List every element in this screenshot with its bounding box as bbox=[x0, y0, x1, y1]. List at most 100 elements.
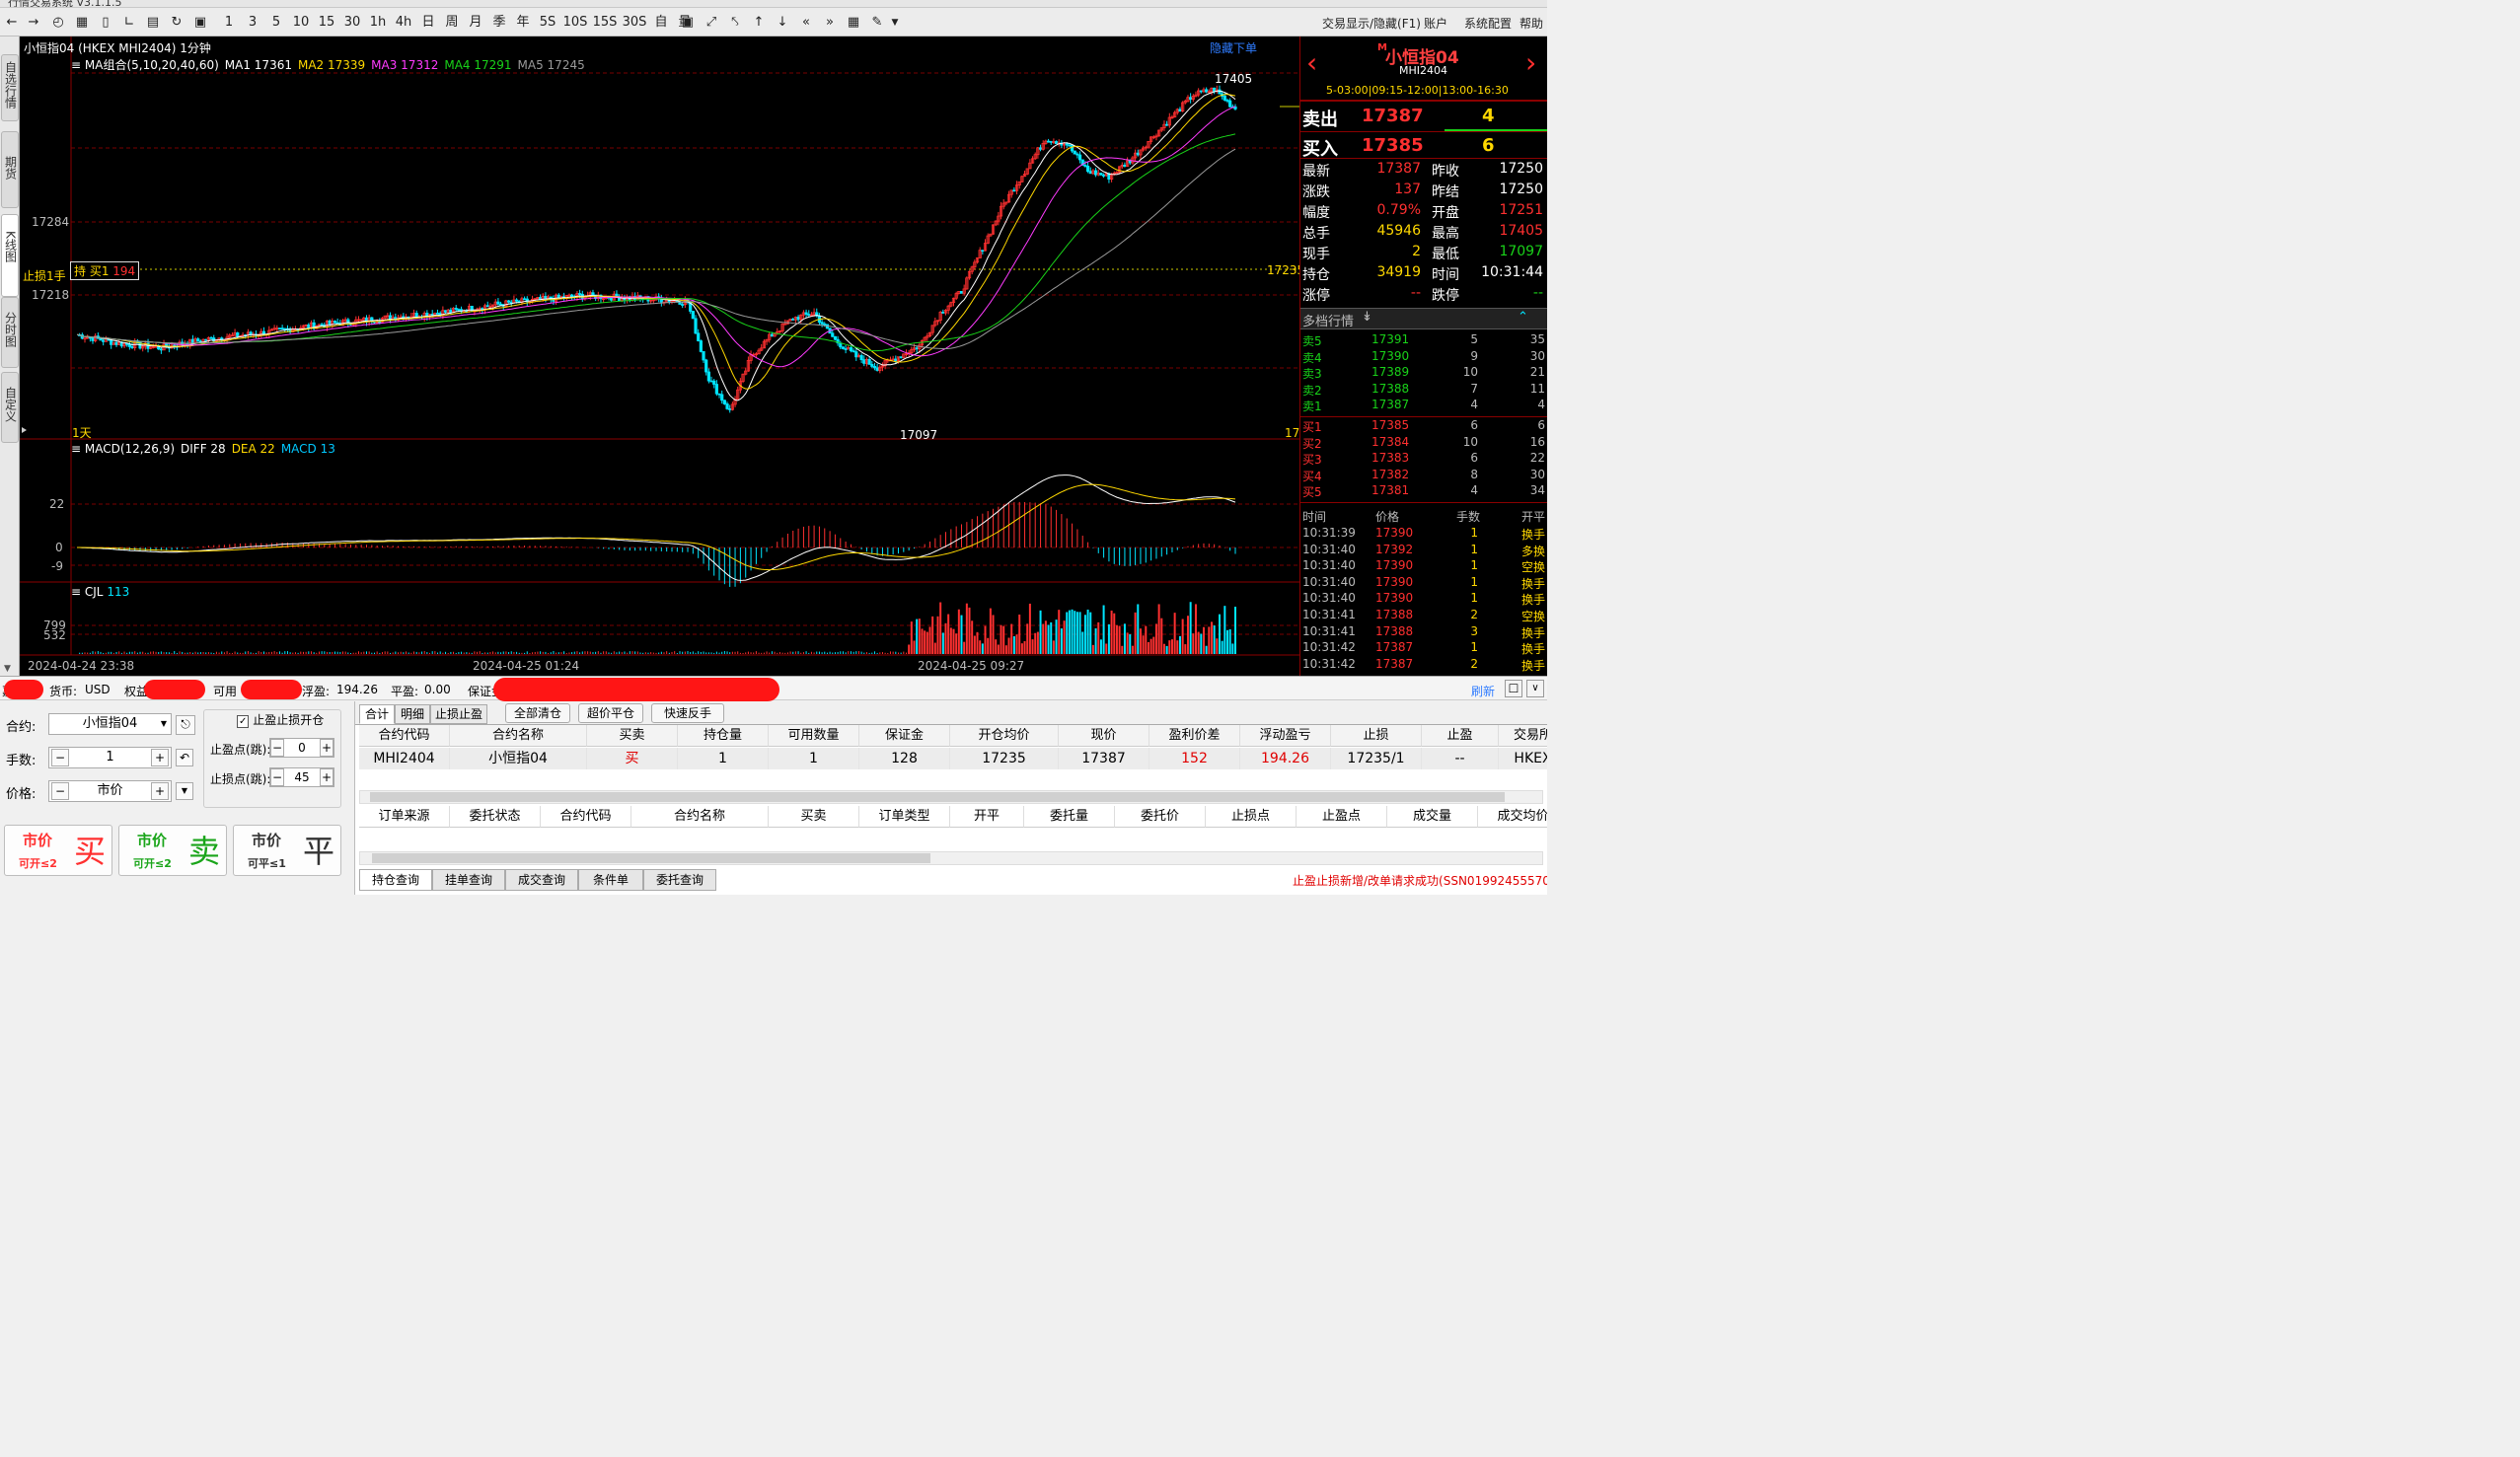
period-button-3[interactable]: 10 bbox=[290, 14, 312, 32]
position-cell[interactable]: 买 bbox=[587, 748, 678, 769]
bottom-tab-2[interactable]: 挂单查询 bbox=[432, 869, 505, 891]
refresh-button[interactable]: 刷新 bbox=[1471, 683, 1495, 699]
bid-level-1-cell[interactable]: 17385 bbox=[1371, 418, 1409, 432]
period-button-1[interactable]: 3 bbox=[243, 14, 262, 32]
candle-icon[interactable]: ▯ bbox=[97, 14, 114, 32]
line-icon[interactable]: ∟ bbox=[120, 14, 138, 32]
bid-price[interactable]: 17385 bbox=[1362, 135, 1424, 156]
position-cell[interactable]: 17387 bbox=[1059, 748, 1149, 769]
order-header-9[interactable]: 委托价 bbox=[1115, 806, 1206, 828]
market-close-button[interactable]: 市价 可平≤1 平 bbox=[233, 825, 341, 876]
tab-detail[interactable]: 明细 bbox=[395, 704, 430, 724]
scroll-thumb[interactable] bbox=[372, 853, 930, 863]
bottom-tab-1[interactable]: 持仓查询 bbox=[359, 869, 432, 891]
macd-menu-icon[interactable]: ≡ bbox=[71, 442, 85, 456]
ask-level-3-cell[interactable]: 17389 bbox=[1371, 365, 1409, 379]
period-button-6[interactable]: 1h bbox=[367, 14, 389, 32]
position-header-7[interactable]: 开仓均价 bbox=[950, 725, 1059, 747]
bottom-tab-5[interactable]: 委托查询 bbox=[643, 869, 716, 891]
bottom-tab-4[interactable]: 条件单 bbox=[578, 869, 643, 891]
position-tag[interactable]: 持 买1 194 bbox=[70, 261, 140, 280]
tab-watchlist[interactable]: 自选行情 bbox=[1, 54, 19, 121]
lock-contract-icon[interactable]: ⎋ bbox=[176, 715, 195, 735]
orders-scrollbar[interactable] bbox=[359, 851, 1543, 865]
market-sell-button[interactable]: 市价 可开≤2 卖 bbox=[118, 825, 227, 876]
prev-symbol-icon[interactable]: ‹ bbox=[1306, 48, 1317, 78]
save-icon[interactable]: ▣ bbox=[191, 14, 209, 32]
tp-increase-button[interactable]: + bbox=[320, 739, 334, 757]
order-header-6[interactable]: 订单类型 bbox=[859, 806, 950, 828]
scroll-thumb[interactable] bbox=[370, 792, 1505, 802]
position-cell[interactable]: 128 bbox=[859, 748, 950, 769]
refresh-icon[interactable]: ↻ bbox=[168, 14, 185, 32]
period-button-9[interactable]: 周 bbox=[442, 14, 462, 32]
close-all-button[interactable]: 全部清仓 bbox=[505, 703, 570, 723]
position-header-10[interactable]: 浮动盈亏 bbox=[1240, 725, 1331, 747]
period-button-0[interactable]: 1 bbox=[219, 14, 239, 32]
expand-icon[interactable]: ⤢ bbox=[703, 14, 720, 32]
positions-scrollbar[interactable] bbox=[359, 790, 1543, 804]
stop-toggle[interactable]: ✓ 止盈止损开仓 bbox=[235, 711, 327, 728]
qty-reset-icon[interactable]: ↶ bbox=[176, 749, 193, 766]
period-button-7[interactable]: 4h bbox=[393, 14, 414, 32]
ask-level-1-cell[interactable]: 17391 bbox=[1371, 332, 1409, 346]
market-buy-button[interactable]: 市价 可开≤2 买 bbox=[4, 825, 112, 876]
bid-level-5-cell[interactable]: 17381 bbox=[1371, 483, 1409, 497]
order-header-4[interactable]: 合约名称 bbox=[631, 806, 769, 828]
position-header-12[interactable]: 止盈 bbox=[1422, 725, 1499, 747]
ma-menu-icon[interactable]: ≡ bbox=[71, 58, 85, 72]
period-button-13[interactable]: 5S bbox=[537, 14, 558, 32]
period-button-11[interactable]: 季 bbox=[489, 14, 509, 32]
position-header-3[interactable]: 买卖 bbox=[587, 725, 678, 747]
super-close-button[interactable]: 超价平仓 bbox=[578, 703, 643, 723]
period-button-16[interactable]: 30S bbox=[622, 14, 647, 32]
position-cell[interactable]: 17235/1 bbox=[1331, 748, 1422, 769]
up-icon[interactable]: ↑ bbox=[750, 14, 768, 32]
account-button[interactable]: 账户 bbox=[1424, 15, 1447, 32]
toggle-trade-button[interactable]: 交易显示/隐藏(F1) bbox=[1322, 15, 1421, 32]
qty-increase-button[interactable]: + bbox=[151, 749, 169, 766]
depth-header[interactable]: 多档行情 ↡ ⌃ bbox=[1300, 308, 1547, 329]
position-header-5[interactable]: 可用数量 bbox=[769, 725, 859, 747]
qty-decrease-button[interactable]: − bbox=[51, 749, 69, 766]
depth-expand-icon[interactable]: ↡ bbox=[1362, 310, 1372, 325]
pen-icon[interactable]: ✎ bbox=[868, 14, 886, 32]
position-header-2[interactable]: 合约名称 bbox=[450, 725, 587, 747]
order-header-12[interactable]: 成交量 bbox=[1387, 806, 1478, 828]
back-icon[interactable]: ← bbox=[4, 14, 20, 32]
shrink-icon[interactable]: ⤣ bbox=[726, 14, 744, 32]
order-header-11[interactable]: 止盈点 bbox=[1297, 806, 1387, 828]
tab-custom[interactable]: 自定义 bbox=[1, 372, 19, 443]
position-cell[interactable]: 194.26 bbox=[1240, 748, 1331, 769]
position-header-11[interactable]: 止损 bbox=[1331, 725, 1422, 747]
period-button-8[interactable]: 日 bbox=[418, 14, 438, 32]
bottom-tab-3[interactable]: 成交查询 bbox=[505, 869, 578, 891]
settings-button[interactable]: 系统配置 bbox=[1464, 15, 1512, 32]
position-cell[interactable]: 152 bbox=[1149, 748, 1240, 769]
ask-level-4-cell[interactable]: 17388 bbox=[1371, 382, 1409, 396]
contract-select[interactable]: 小恒指04 ▼ bbox=[48, 713, 172, 735]
tab-stop-profit[interactable]: 止损止盈 bbox=[430, 704, 487, 724]
period-button-14[interactable]: 10S bbox=[562, 14, 588, 32]
period-button-2[interactable]: 5 bbox=[266, 14, 286, 32]
tab-total[interactable]: 合计 bbox=[359, 704, 395, 724]
tab-timeshare[interactable]: 分时图 bbox=[1, 297, 19, 368]
dropdown-icon[interactable]: ▼ bbox=[890, 14, 900, 32]
position-header-8[interactable]: 现价 bbox=[1059, 725, 1149, 747]
period-button-12[interactable]: 年 bbox=[513, 14, 533, 32]
quick-reverse-button[interactable]: 快速反手 bbox=[651, 703, 724, 723]
checkbox-icon[interactable]: ✓ bbox=[237, 715, 250, 728]
period-button-10[interactable]: 月 bbox=[466, 14, 485, 32]
tab-kline[interactable]: K线图 bbox=[1, 214, 19, 297]
position-cell[interactable]: 17235 bbox=[950, 748, 1059, 769]
position-header-13[interactable]: 交易所 bbox=[1499, 725, 1547, 747]
right-icon[interactable]: » bbox=[821, 14, 839, 32]
position-cell[interactable]: HKEX bbox=[1499, 748, 1547, 769]
bid-level-2-cell[interactable]: 17384 bbox=[1371, 435, 1409, 449]
period-button-15[interactable]: 15S bbox=[592, 14, 618, 32]
order-header-8[interactable]: 委托量 bbox=[1024, 806, 1115, 828]
vol-menu-icon[interactable]: ≡ bbox=[71, 585, 85, 599]
position-header-4[interactable]: 持仓量 bbox=[678, 725, 769, 747]
position-cell[interactable]: 1 bbox=[678, 748, 769, 769]
book-icon[interactable]: ▤ bbox=[144, 14, 162, 32]
